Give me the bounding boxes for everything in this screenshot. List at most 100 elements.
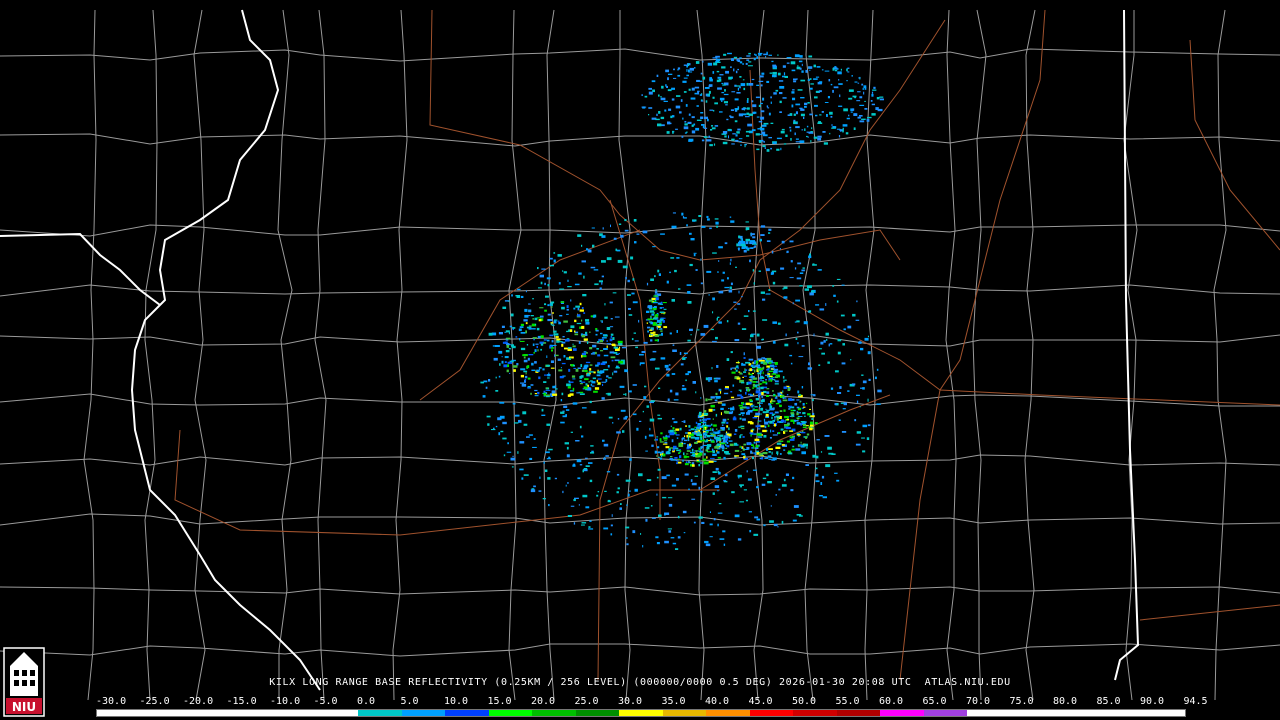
radar-echo [541,408,544,412]
radar-echo [766,395,770,397]
radar-echo [553,259,556,263]
colorbar-tick-label: 85.0 [1096,696,1121,707]
county-line [972,9,987,701]
colorbar-tick-label: 5.0 [400,696,419,707]
radar-echo [786,62,790,64]
radar-echo [540,335,544,339]
radar-echo [521,477,524,480]
radar-echo [507,442,509,445]
radar-echo [725,443,727,446]
radar-echo [577,477,581,480]
radar-echo [634,241,637,244]
radar-echo [725,438,728,441]
radar-echo [737,538,742,541]
radar-echo [622,430,625,433]
radar-echo [807,102,810,104]
radar-echo [714,399,718,402]
radar-echo [767,371,769,373]
radar-echo [868,378,871,381]
radar-echo [733,56,738,59]
radar-echo [720,407,724,410]
radar-echo [780,428,784,431]
radar-echo [792,97,796,101]
radar-echo [510,313,514,317]
radar-echo [723,93,729,96]
radar-echo [530,328,536,330]
radar-echo [715,432,721,434]
radar-echo [569,329,573,332]
radar-echo [723,543,726,546]
radar-echo [809,113,813,116]
radar-echo [512,455,514,457]
radar-echo [857,91,861,93]
radar-echo [810,415,815,418]
radar-echo [762,97,765,101]
radar-echo [656,446,660,449]
radar-echo [649,329,653,331]
radar-echo [712,109,715,112]
radar-echo [752,452,756,454]
radar-echo [581,319,583,322]
radar-echo [751,78,755,81]
radar-echo [537,391,540,395]
radar-echo [762,366,765,369]
radar-echo [641,94,643,96]
radar-echo [701,139,705,142]
radar-echo [579,393,585,395]
radar-echo [520,332,526,334]
colorbar-tick-label: 45.0 [748,696,773,707]
radar-echo [546,277,551,280]
radar-echo [593,390,598,393]
radar-echo [798,60,803,63]
radar-echo [688,488,690,491]
radar-echo [589,400,592,404]
radar-echo [719,434,724,437]
radar-echo [609,338,613,342]
radar-echo [762,319,768,321]
radar-echo [857,116,861,119]
radar-echo [778,432,781,434]
radar-echo [563,405,568,408]
radar-echo [549,257,553,260]
radar-echo [731,58,734,61]
radar-echo [528,434,533,436]
radar-echo [861,437,865,439]
colorbar-tick-label: 40.0 [705,696,730,707]
radar-echo [604,316,608,319]
radar-echo [805,447,808,449]
radar-echo [613,237,617,240]
radar-echo [741,296,743,298]
radar-echo [710,423,713,426]
radar-echo [669,429,674,433]
radar-echo [673,77,677,79]
radar-echo [735,85,741,87]
radar-echo [696,329,700,331]
radar-echo [667,89,672,92]
radar-echo [836,300,839,303]
radar-echo [808,255,812,259]
radar-echo [768,112,771,116]
radar-echo [817,122,823,124]
radar-echo [562,490,564,494]
radar-echo [838,83,843,85]
radar-echo [719,74,724,76]
radar-echo [864,100,866,102]
radar-echo [738,389,742,391]
radar-echo [662,302,667,304]
radar-echo [779,453,782,455]
radar-echo [671,484,677,487]
radar-echo [696,105,699,107]
radar-echo [779,86,785,89]
radar-echo [516,295,520,298]
radar-echo [686,447,690,450]
radar-echo [779,111,782,113]
radar-echo [820,451,823,453]
radar-echo [567,515,572,517]
radar-echo [796,406,800,409]
radar-echo [661,124,665,127]
radar-echo [832,67,835,71]
radar-echo [765,374,770,376]
radar-echo [819,308,825,311]
radar-echo [740,412,745,415]
radar-echo [668,503,673,507]
